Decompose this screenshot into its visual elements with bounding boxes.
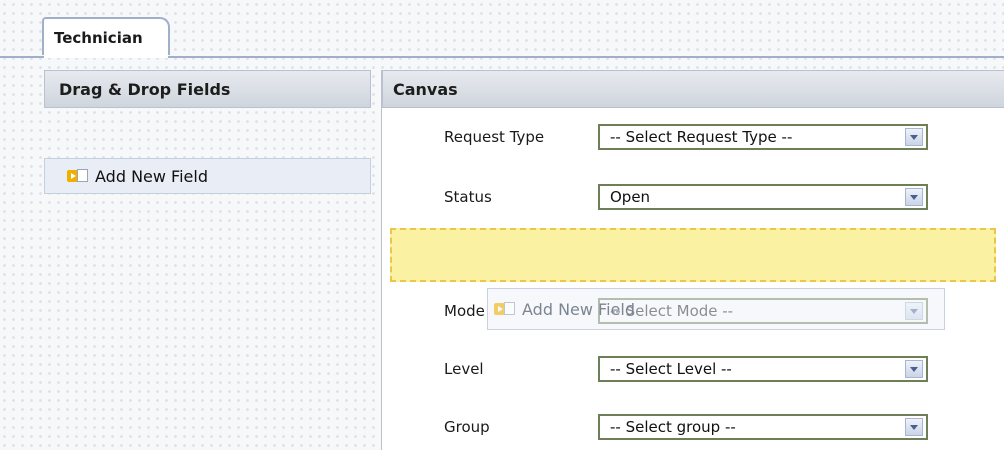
select-value: -- Select Mode -- xyxy=(610,302,734,320)
canvas-panel: Canvas Request Type -- Select Request Ty… xyxy=(381,70,1004,450)
chevron-down-icon[interactable] xyxy=(905,188,923,206)
tab-bar: Technician xyxy=(0,0,1004,58)
add-new-field-item[interactable]: Add New Field xyxy=(44,158,371,194)
tab-label: Technician xyxy=(54,29,143,47)
chevron-down-icon[interactable] xyxy=(905,302,923,320)
chevron-down-icon[interactable] xyxy=(905,128,923,146)
add-field-icon xyxy=(67,168,89,184)
field-label: Request Type xyxy=(444,128,545,146)
panel-title: Drag & Drop Fields xyxy=(44,70,371,108)
field-row-level: Level -- Select Level -- xyxy=(444,354,928,384)
tab-technician[interactable]: Technician xyxy=(42,17,170,58)
chevron-down-icon[interactable] xyxy=(905,418,923,436)
select-value: -- Select group -- xyxy=(610,418,736,436)
status-select[interactable]: Open xyxy=(598,184,928,210)
field-label: Mode xyxy=(444,302,485,320)
drop-zone-placeholder[interactable] xyxy=(390,228,996,282)
field-row-mode: Mode -- Select Mode -- xyxy=(444,296,928,326)
select-value: Open xyxy=(610,188,651,206)
level-select[interactable]: -- Select Level -- xyxy=(598,356,928,382)
field-label: Level xyxy=(444,360,484,378)
drag-drop-fields-panel: Drag & Drop Fields Add New Field xyxy=(44,70,371,450)
field-row-request-type: Request Type -- Select Request Type -- xyxy=(444,122,928,152)
chevron-down-icon[interactable] xyxy=(905,360,923,378)
select-value: -- Select Level -- xyxy=(610,360,732,378)
field-row-group: Group -- Select group -- xyxy=(444,412,928,442)
mode-select[interactable]: -- Select Mode -- xyxy=(598,298,928,324)
group-select[interactable]: -- Select group -- xyxy=(598,414,928,440)
add-new-field-label: Add New Field xyxy=(95,166,208,186)
field-label: Status xyxy=(444,188,492,206)
canvas-title: Canvas xyxy=(382,70,1004,108)
select-value: -- Select Request Type -- xyxy=(610,128,793,146)
field-row-status: Status Open xyxy=(444,182,928,212)
request-type-select[interactable]: -- Select Request Type -- xyxy=(598,124,928,150)
field-label: Group xyxy=(444,418,490,436)
